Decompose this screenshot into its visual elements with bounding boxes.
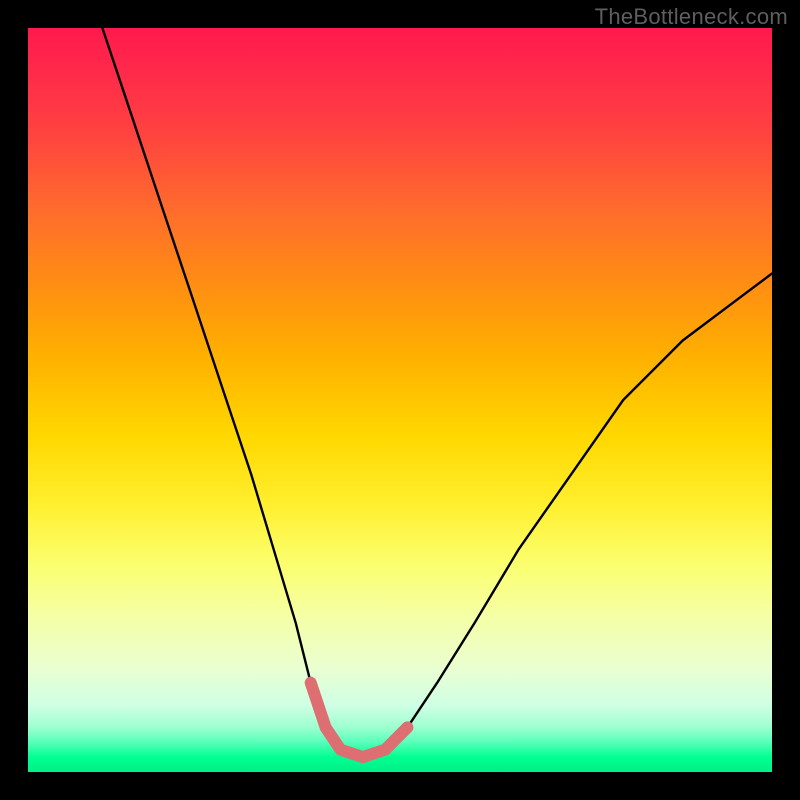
watermark-text: TheBottleneck.com (595, 4, 788, 30)
sweet-spot-highlight-path (311, 683, 408, 757)
gradient-plot-area (28, 28, 772, 772)
chart-frame: TheBottleneck.com (0, 0, 800, 800)
curve-svg (28, 28, 772, 772)
bottleneck-curve-path (102, 28, 772, 757)
